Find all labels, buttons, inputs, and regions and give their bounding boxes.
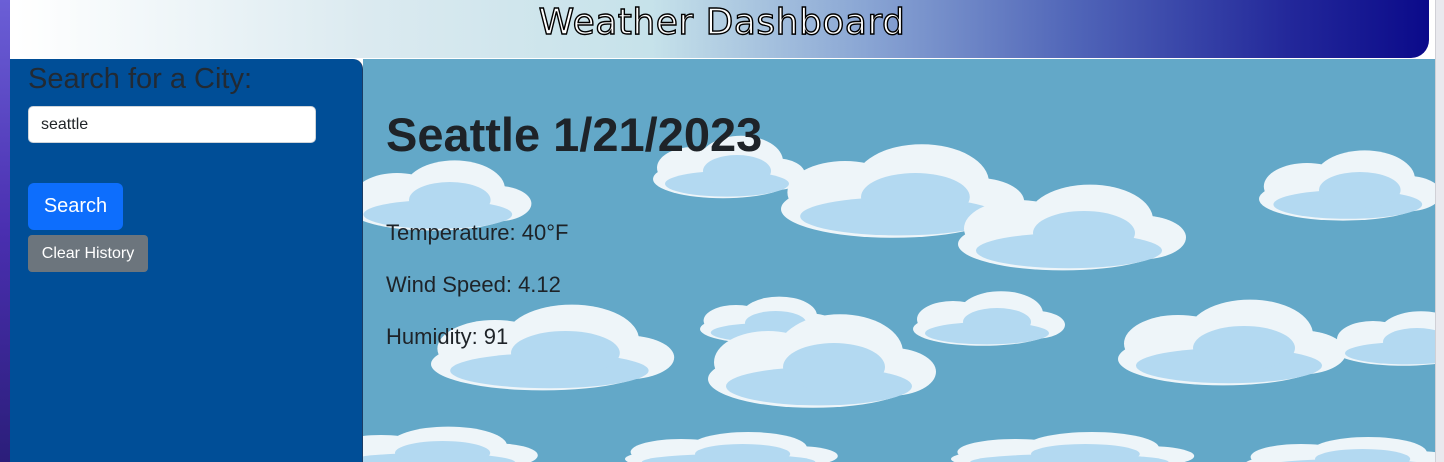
temperature-text: Temperature: 40°F (386, 220, 569, 245)
clear-history-button[interactable]: Clear History (28, 235, 148, 272)
page-header: Weather Dashboard (15, 0, 1429, 58)
cloud-shape (951, 432, 1195, 462)
current-weather-panel: Seattle 1/21/2023 Temperature: 40°F Wind… (363, 59, 1436, 462)
wind-speed-text: Wind Speed: 4.12 (386, 272, 561, 297)
cloud-shape (1245, 437, 1436, 462)
page-title: Weather Dashboard (538, 1, 906, 43)
city-search-input[interactable] (28, 106, 316, 143)
search-sidebar: Search for a City: Search Clear History (10, 59, 363, 462)
window-scrollbar-track[interactable] (1435, 0, 1444, 462)
humidity-text: Humidity: 91 (386, 324, 509, 349)
search-heading: Search for a City: (28, 63, 253, 95)
cloud-shape (913, 291, 1065, 346)
cloud-shape (1333, 311, 1436, 366)
browser-window: Weather Dashboard Search for a City: Sea… (10, 0, 1444, 462)
cloud-shape (1118, 299, 1346, 386)
cloud-shape (625, 432, 838, 462)
cloud-shape (1259, 150, 1436, 221)
cloud-shape (363, 426, 538, 462)
city-date-heading: Seattle 1/21/2023 (386, 108, 763, 161)
search-button[interactable]: Search (28, 183, 123, 230)
